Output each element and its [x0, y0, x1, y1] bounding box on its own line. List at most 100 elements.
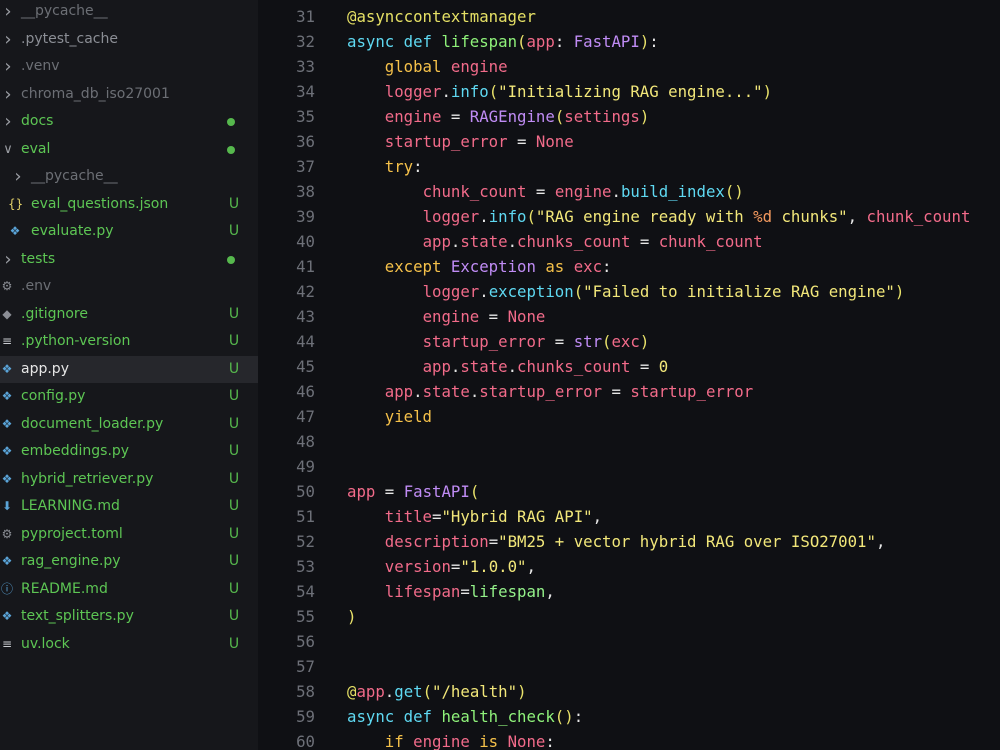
code-line[interactable]: 60 if engine is None:: [260, 729, 1000, 750]
code-line[interactable]: 40 app.state.chunks_count = chunk_count: [260, 229, 1000, 254]
line-number: 36: [296, 132, 315, 151]
line-number: 49: [296, 457, 315, 476]
explorer-item[interactable]: ❖ evaluate.py U: [0, 218, 258, 245]
code-line[interactable]: 42 logger.exception("Failed to initializ…: [260, 279, 1000, 304]
code-line[interactable]: 58 @app.get("/health"): [260, 679, 1000, 704]
code-token: :: [649, 32, 659, 51]
explorer-item[interactable]: › .pytest_cache: [0, 26, 258, 53]
code-line[interactable]: 34 logger.info("Initializing RAG engine.…: [260, 79, 1000, 104]
explorer-item[interactable]: ❖ rag_engine.py U: [0, 548, 258, 575]
git-status-badge: U: [228, 415, 240, 432]
code-line[interactable]: 46 app.state.startup_error = startup_err…: [260, 379, 1000, 404]
code-token: chunks_count: [517, 357, 631, 376]
code-line[interactable]: 36 startup_error = None: [260, 129, 1000, 154]
explorer-item[interactable]: ⚙ .env: [0, 273, 258, 300]
file-explorer: › __pycache__ › .pytest_cache › .venv › chroma_…: [0, 0, 258, 750]
explorer-item[interactable]: ⬇ LEARNING.md U: [0, 493, 258, 520]
python-icon: ❖: [1, 361, 13, 376]
explorer-item-label: .env: [21, 278, 52, 294]
code-token: "Hybrid RAG API": [441, 507, 593, 526]
code-line[interactable]: 57: [260, 654, 1000, 679]
code-line[interactable]: 35 engine = RAGEngine(settings): [260, 104, 1000, 129]
line-number: 60: [296, 732, 315, 750]
code-token: .: [507, 357, 518, 376]
code-token: .: [479, 282, 489, 301]
code-text: startup_error = None: [347, 129, 574, 154]
code-line[interactable]: 32 async def lifespan(app: FastAPI):: [260, 29, 1000, 54]
explorer-item[interactable]: › __pycache__: [0, 0, 258, 25]
code-token: engine: [422, 307, 480, 326]
code-text: logger.info("RAG engine ready with %d ch…: [347, 204, 971, 229]
chevron-right-icon[interactable]: ›: [12, 163, 24, 190]
explorer-item[interactable]: ∨ eval: [0, 136, 258, 163]
explorer-item[interactable]: ❖ text_splitters.py U: [0, 603, 258, 630]
code-line[interactable]: 51 title="Hybrid RAG API",: [260, 504, 1000, 529]
code-line[interactable]: 41 except Exception as exc:: [260, 254, 1000, 279]
code-line[interactable]: 48: [260, 429, 1000, 454]
chevron-right-icon[interactable]: ›: [2, 81, 14, 108]
explorer-item[interactable]: ❖ hybrid_retriever.py U: [0, 466, 258, 493]
code-token: info: [450, 82, 489, 101]
explorer-item[interactable]: ◆ .gitignore U: [0, 301, 258, 328]
line-number: 51: [296, 507, 315, 526]
code-text: startup_error = str(exc): [347, 329, 650, 354]
code-token: (: [469, 482, 480, 501]
code-line[interactable]: 37 try:: [260, 154, 1000, 179]
line-number: 41: [296, 257, 315, 276]
code-line[interactable]: 50 app = FastAPI(: [260, 479, 1000, 504]
code-line[interactable]: 45 app.state.chunks_count = 0: [260, 354, 1000, 379]
explorer-item[interactable]: › tests: [0, 246, 258, 273]
code-line[interactable]: 49: [260, 454, 1000, 479]
explorer-item[interactable]: ❖ embeddings.py U: [0, 438, 258, 465]
explorer-item-label: hybrid_retriever.py: [21, 470, 154, 487]
code-line[interactable]: 55): [260, 604, 1000, 629]
explorer-item[interactable]: › docs: [0, 108, 258, 135]
code-line[interactable]: 31 @asynccontextmanager: [260, 4, 1000, 29]
explorer-item[interactable]: ❖ document_loader.py U: [0, 411, 258, 438]
code-token: is: [469, 732, 508, 750]
chevron-right-icon[interactable]: ›: [2, 53, 14, 80]
explorer-item[interactable]: ❖ app.py U: [0, 355, 258, 383]
chevron-right-icon[interactable]: ›: [2, 246, 14, 273]
chevron-right-icon[interactable]: ›: [2, 108, 14, 135]
explorer-item[interactable]: › __pycache__: [0, 163, 258, 190]
code-line[interactable]: 54 lifespan=lifespan,: [260, 579, 1000, 604]
line-number: 40: [296, 232, 315, 251]
code-line[interactable]: 39 logger.info("RAG engine ready with %d…: [260, 204, 1000, 229]
git-modified-dot: [227, 255, 235, 264]
code-line[interactable]: 43 engine = None: [260, 304, 1000, 329]
code-line[interactable]: 44 startup_error = str(exc): [260, 329, 1000, 354]
code-token: "RAG engine ready with: [535, 207, 754, 226]
code-token: (: [488, 82, 499, 101]
code-token: exception: [488, 282, 574, 301]
chevron-right-icon[interactable]: ›: [2, 0, 14, 25]
explorer-item[interactable]: ❖ config.py U: [0, 383, 258, 410]
explorer-item[interactable]: › .venv: [0, 53, 258, 80]
explorer-item[interactable]: {} eval_questions.json U: [0, 191, 258, 218]
code-line[interactable]: 38 chunk_count = engine.build_index(): [260, 179, 1000, 204]
explorer-item-label: eval_questions.json: [31, 195, 169, 212]
code-token: chunks": [772, 207, 848, 226]
explorer-item[interactable]: ≡ uv.lock U: [0, 631, 258, 658]
code-text: chunk_count = engine.build_index(): [347, 179, 744, 204]
code-line[interactable]: 33 global engine: [260, 54, 1000, 79]
code-editor[interactable]: 31 @asynccontextmanager 32 async def lifesp…: [260, 0, 1000, 750]
git-status-badge: U: [228, 443, 240, 459]
code-token: get: [394, 682, 423, 701]
explorer-item[interactable]: ⓘ README.md U: [0, 576, 258, 603]
explorer-item[interactable]: ⚙ pyproject.toml U: [0, 521, 258, 548]
code-text: engine = None: [347, 304, 546, 329]
chevron-right-icon[interactable]: ›: [2, 26, 14, 53]
code-line[interactable]: 56: [260, 629, 1000, 654]
explorer-item[interactable]: › chroma_db_iso27001: [0, 81, 258, 108]
code-line[interactable]: 59 async def health_check():: [260, 704, 1000, 729]
code-token: None: [507, 307, 546, 326]
code-line[interactable]: 47 yield: [260, 404, 1000, 429]
explorer-item[interactable]: ≡ .python-version U: [0, 328, 258, 355]
code-line[interactable]: 52 description="BM25 + vector hybrid RAG…: [260, 529, 1000, 554]
chevron-down-icon[interactable]: ∨: [2, 136, 14, 163]
code-line[interactable]: 53 version="1.0.0",: [260, 554, 1000, 579]
code-text: app.state.chunks_count = chunk_count: [347, 229, 763, 254]
